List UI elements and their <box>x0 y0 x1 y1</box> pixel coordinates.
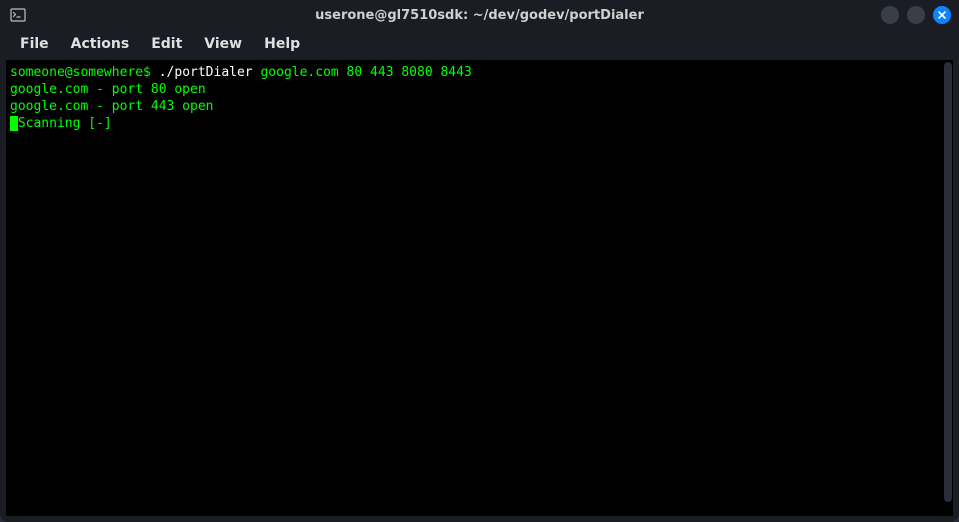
menu-help[interactable]: Help <box>254 32 310 56</box>
terminal-content[interactable]: someone@somewhere$ ./portDialer google.c… <box>6 60 943 516</box>
minimize-button[interactable] <box>881 6 899 24</box>
close-button[interactable] <box>933 6 951 24</box>
terminal-cursor <box>10 116 18 131</box>
terminal-line: Scanning [-] <box>10 115 939 132</box>
shell-prompt: someone@somewhere$ <box>10 65 159 80</box>
menu-view[interactable]: View <box>194 32 252 56</box>
terminal-app-icon <box>10 7 26 23</box>
window-title: userone@gl7510sdk: ~/dev/godev/portDiale… <box>315 8 644 23</box>
command-executable: ./portDialer <box>159 65 253 80</box>
terminal-scrollbar[interactable] <box>943 60 953 516</box>
menu-edit[interactable]: Edit <box>141 32 192 56</box>
terminal-line: someone@somewhere$ ./portDialer google.c… <box>10 64 939 81</box>
scanning-status: Scanning [-] <box>18 116 112 131</box>
scrollbar-thumb[interactable] <box>944 62 952 502</box>
maximize-button[interactable] <box>907 6 925 24</box>
menu-actions[interactable]: Actions <box>61 32 140 56</box>
terminal-area[interactable]: someone@somewhere$ ./portDialer google.c… <box>6 60 953 516</box>
menu-file[interactable]: File <box>10 32 59 56</box>
window-controls <box>881 6 951 24</box>
terminal-output-line: google.com - port 443 open <box>10 98 939 115</box>
menubar: File Actions Edit View Help <box>0 30 959 58</box>
command-args: google.com 80 443 8080 8443 <box>253 65 472 80</box>
terminal-window: userone@gl7510sdk: ~/dev/godev/portDiale… <box>0 0 959 522</box>
titlebar[interactable]: userone@gl7510sdk: ~/dev/godev/portDiale… <box>0 0 959 30</box>
terminal-output-line: google.com - port 80 open <box>10 81 939 98</box>
